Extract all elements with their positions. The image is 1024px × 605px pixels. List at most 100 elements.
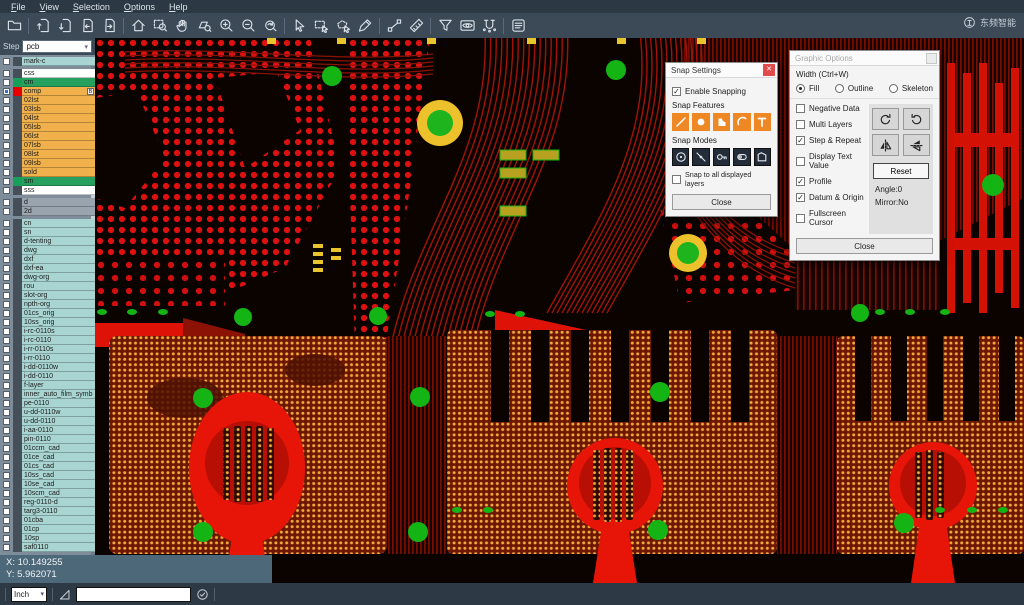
checkbox-fullscreen-cursor[interactable] [796, 214, 805, 223]
checkbox-step-repeat[interactable] [796, 136, 805, 145]
mode-point-button[interactable] [692, 148, 709, 166]
layer-visibility-checkbox[interactable] [3, 169, 10, 176]
menu-help[interactable]: Help [162, 2, 195, 12]
layer-visibility-checkbox[interactable] [3, 97, 10, 104]
layer-row-inner_auto_film_symb[interactable]: inner_auto_film_symb [0, 390, 95, 399]
graphic-close-button[interactable]: Close [796, 238, 933, 254]
snap-dialog-titlebar[interactable]: Snap Settings ✕ [666, 63, 777, 78]
layer-visibility-checkbox[interactable] [3, 88, 10, 95]
page-back-button[interactable] [76, 15, 98, 36]
layer-visibility-checkbox[interactable] [3, 106, 10, 113]
layer-row-u-dd-0110w[interactable]: u-dd-0110w [0, 408, 95, 417]
layer-row-sold[interactable]: sold [0, 168, 95, 177]
report-list-button[interactable] [507, 15, 529, 36]
layer-row-2d[interactable]: 2d [0, 207, 95, 216]
layer-visibility-checkbox[interactable] [3, 238, 10, 245]
apply-circle-icon[interactable] [196, 588, 209, 601]
layer-visibility-checkbox[interactable] [3, 247, 10, 254]
snap-close-button[interactable]: Close [672, 194, 771, 210]
layer-row-i-rr-0110[interactable]: i-rr-0110 [0, 354, 95, 363]
graphic-dialog-titlebar[interactable]: Graphic Options [790, 51, 939, 66]
layer-visibility-checkbox[interactable] [3, 160, 10, 167]
open-folder-button[interactable] [3, 15, 25, 36]
layer-visibility-checkbox[interactable] [3, 400, 10, 407]
layer-visibility-checkbox[interactable] [3, 409, 10, 416]
layer-row-slot-org[interactable]: slot-org [0, 291, 95, 300]
layer-row-09lsb[interactable]: 09lsb [0, 159, 95, 168]
layer-visibility-checkbox[interactable] [3, 178, 10, 185]
checkbox-negative-data[interactable] [796, 104, 805, 113]
layer-row-f-layer[interactable]: f-layer [0, 381, 95, 390]
home-button[interactable] [127, 15, 149, 36]
layer-row-10ss_orig[interactable]: 10ss_orig [0, 318, 95, 327]
snap-all-layers-checkbox[interactable] [672, 175, 681, 184]
layer-visibility-checkbox[interactable] [3, 199, 10, 206]
layer-row-comp[interactable]: compB [0, 87, 95, 96]
corner-page-icon[interactable] [58, 588, 71, 601]
layer-visibility-checkbox[interactable] [3, 310, 10, 317]
layer-row-i-dd-0110w[interactable]: i-dd-0110w [0, 363, 95, 372]
highlight-brush-button[interactable] [354, 15, 376, 36]
radio-skeleton[interactable] [889, 84, 898, 93]
layer-row-dwg-org[interactable]: dwg-org [0, 273, 95, 282]
rotate-ccw-button[interactable] [903, 108, 930, 130]
layer-visibility-checkbox[interactable] [3, 319, 10, 326]
layer-row-saf0110[interactable]: saf0110 [0, 543, 95, 552]
snap-arc-button[interactable] [733, 113, 750, 131]
layer-visibility-checkbox[interactable] [3, 454, 10, 461]
layer-row-dxf-ea[interactable]: dxf-ea [0, 264, 95, 273]
layer-row-10sp[interactable]: 10sp [0, 534, 95, 543]
layer-row-07lsb[interactable]: 07lsb [0, 141, 95, 150]
layer-visibility-checkbox[interactable] [3, 472, 10, 479]
layer-visibility-checkbox[interactable] [3, 187, 10, 194]
layer-row-sss[interactable]: sss [0, 186, 95, 195]
layer-visibility-checkbox[interactable] [3, 463, 10, 470]
layer-visibility-checkbox[interactable] [3, 418, 10, 425]
layer-visibility-checkbox[interactable] [3, 220, 10, 227]
zoom-previous-button[interactable] [259, 15, 281, 36]
layer-visibility-checkbox[interactable] [3, 274, 10, 281]
unit-combo[interactable]: Inch ▾ [11, 587, 47, 602]
layer-visibility-checkbox[interactable] [3, 292, 10, 299]
layer-row-01cs_cad[interactable]: 01cs_cad [0, 462, 95, 471]
zoom-out-button[interactable] [237, 15, 259, 36]
radio-outline[interactable] [835, 84, 844, 93]
layer-visibility-checkbox[interactable] [3, 256, 10, 263]
checkbox-display-text-value[interactable] [796, 157, 805, 166]
layer-row-d-tenting[interactable]: d-tenting [0, 237, 95, 246]
layer-row-01ce_cad[interactable]: 01ce_cad [0, 453, 95, 462]
layer-visibility-checkbox[interactable] [3, 124, 10, 131]
layer-visibility-checkbox[interactable] [3, 490, 10, 497]
layer-row-05lsb[interactable]: 05lsb [0, 123, 95, 132]
command-input[interactable] [76, 587, 191, 602]
layer-row-cn[interactable]: cn [0, 219, 95, 228]
layer-row-u-dd-0110[interactable]: u-dd-0110 [0, 417, 95, 426]
layer-visibility-checkbox[interactable] [3, 508, 10, 515]
menu-options[interactable]: Options [117, 2, 162, 12]
layer-visibility-checkbox[interactable] [3, 337, 10, 344]
filter-button[interactable] [434, 15, 456, 36]
layer-row-i-rc-0110[interactable]: i-rc-0110 [0, 336, 95, 345]
layer-visibility-checkbox[interactable] [3, 151, 10, 158]
select-cursor-button[interactable] [288, 15, 310, 36]
layer-visibility-checkbox[interactable] [3, 481, 10, 488]
layer-row-pe-0110[interactable]: pe-0110 [0, 399, 95, 408]
layer-visibility-checkbox[interactable] [3, 355, 10, 362]
layer-visibility-checkbox[interactable] [3, 208, 10, 215]
page-forward-button[interactable] [98, 15, 120, 36]
mirror-horizontal-button[interactable] [872, 134, 899, 156]
layer-visibility-checkbox[interactable] [3, 79, 10, 86]
layer-visibility-checkbox[interactable] [3, 382, 10, 389]
layer-row-04lst[interactable]: 04lst [0, 114, 95, 123]
mirror-vertical-button[interactable] [903, 134, 930, 156]
mode-center-button[interactable] [672, 148, 689, 166]
layer-row-03lsb[interactable]: 03lsb [0, 105, 95, 114]
layer-row-01cp[interactable]: 01cp [0, 525, 95, 534]
layer-visibility-checkbox[interactable] [3, 526, 10, 533]
layer-visibility-checkbox[interactable] [3, 229, 10, 236]
layer-visibility-checkbox[interactable] [3, 427, 10, 434]
snap-line-button[interactable] [672, 113, 689, 131]
menu-file[interactable]: File [4, 2, 33, 12]
snap-text-button[interactable] [754, 113, 771, 131]
layer-row-targ3-0110[interactable]: targ3-0110 [0, 507, 95, 516]
